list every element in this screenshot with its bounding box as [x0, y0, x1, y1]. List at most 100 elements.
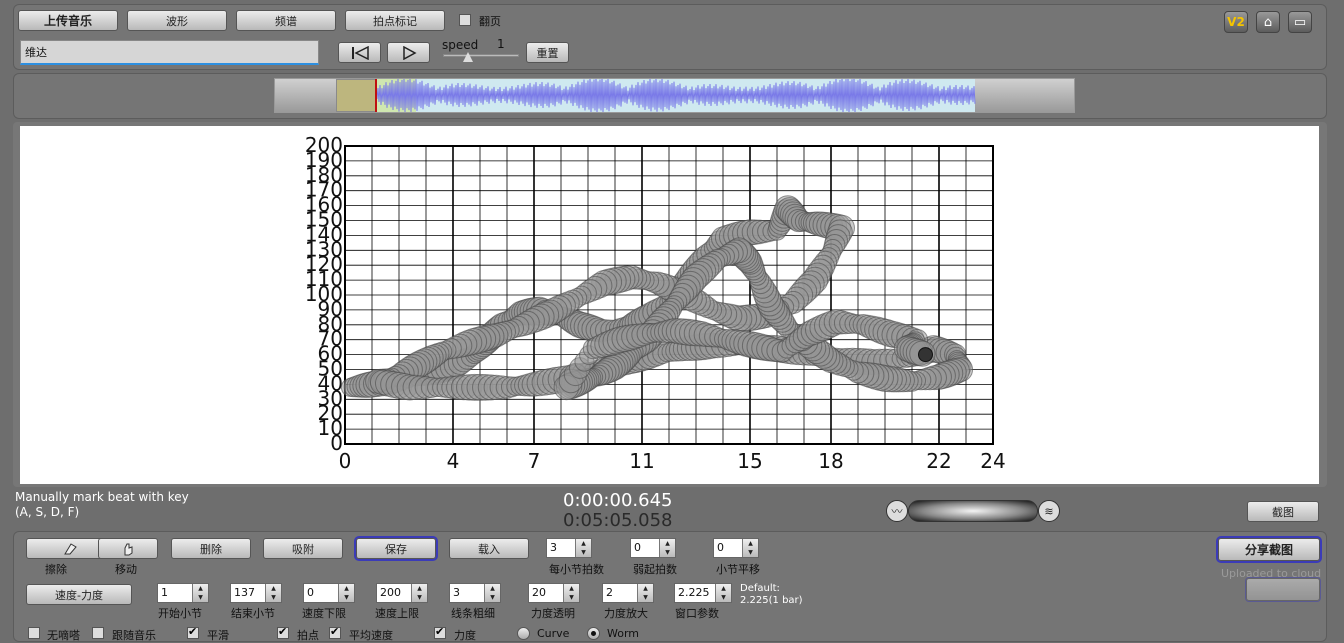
page-flip-label: 翻页 — [479, 15, 501, 28]
x-tick-label: 22 — [926, 449, 951, 473]
curve-radio[interactable] — [517, 627, 530, 640]
play-button[interactable] — [387, 42, 430, 63]
fullscreen-icon[interactable]: ▭ — [1288, 11, 1312, 33]
follow-music-label: 跟随音乐 — [112, 629, 156, 642]
reset-speed-button[interactable]: 重置 — [526, 42, 569, 63]
x-tick-label: 18 — [818, 449, 843, 473]
y-tick-label: 200 — [305, 133, 343, 157]
speed-slider-thumb[interactable] — [463, 52, 473, 62]
waveform-overview[interactable] — [274, 78, 1075, 113]
x-tick-label: 4 — [447, 449, 460, 473]
default-label: Default: — [740, 583, 780, 594]
ok-button[interactable] — [1246, 578, 1320, 601]
bar-offset-stepper[interactable]: 0 ▲ ▼ — [713, 538, 759, 558]
wave-right-icon[interactable]: ≋ — [1038, 500, 1060, 522]
default-value: 2.225(1 bar) — [740, 595, 803, 606]
playback-slider[interactable] — [908, 500, 1038, 522]
speed-slider-track[interactable] — [443, 54, 519, 57]
move-button[interactable] — [98, 538, 158, 559]
pickup-beats-stepper[interactable]: 0 ▲ ▼ — [630, 538, 676, 558]
x-tick-label: 7 — [528, 449, 541, 473]
screenshot-button[interactable]: 截图 — [1247, 501, 1319, 522]
beats-per-bar-label: 每小节拍数 — [549, 563, 604, 576]
current-time: 0:00:00.645 — [563, 490, 673, 511]
waveform-view-window[interactable] — [336, 79, 376, 112]
stepper-arrows-icon[interactable]: ▲ ▼ — [338, 584, 354, 602]
stepper-arrows-icon[interactable]: ▲ ▼ — [192, 584, 208, 602]
force-zoom-label: 力度放大 — [604, 607, 648, 620]
window-param-stepper[interactable]: 2.225 ▲ ▼ — [674, 583, 732, 603]
playhead-marker[interactable] — [375, 79, 377, 112]
no-metronome-label: 无嘀嗒 — [47, 629, 80, 642]
tempo-max-label: 速度上限 — [375, 607, 419, 620]
erase-label: 擦除 — [45, 563, 67, 576]
force-alpha-label: 力度透明 — [531, 607, 575, 620]
beat-mark-button[interactable]: 拍点标记 — [345, 10, 445, 31]
song-title-field[interactable]: 维达 — [20, 40, 319, 65]
tempo-max-stepper[interactable]: 200 ▲ ▼ — [376, 583, 428, 603]
rewind-button[interactable] — [338, 42, 381, 63]
home-icon[interactable]: ⌂ — [1256, 11, 1280, 33]
stepper-arrows-icon[interactable]: ▲ ▼ — [563, 584, 579, 602]
force-zoom-stepper[interactable]: 2 ▲ ▼ — [602, 583, 654, 603]
tempo-min-label: 速度下限 — [302, 607, 346, 620]
spectrum-button[interactable]: 频谱 — [236, 10, 336, 31]
beat-point-label: 拍点 — [297, 629, 319, 642]
delete-button[interactable]: 删除 — [171, 538, 251, 559]
x-tick-label: 15 — [737, 449, 762, 473]
hint-line-1: Manually mark beat with key — [15, 490, 189, 504]
waveform-button[interactable]: 波形 — [127, 10, 227, 31]
line-width-label: 线条粗细 — [451, 607, 495, 620]
speed-value: 1 — [497, 37, 505, 51]
stepper-arrows-icon[interactable]: ▲ ▼ — [637, 584, 653, 602]
move-label: 移动 — [115, 563, 137, 576]
upload-music-button[interactable]: 上传音乐 — [18, 10, 118, 31]
no-metronome-checkbox[interactable] — [28, 627, 40, 639]
tempo-force-chart[interactable]: 0102030405060708090100110120130140150160… — [20, 126, 1319, 484]
bar-offset-label: 小节平移 — [716, 563, 760, 576]
v2-badge-icon[interactable]: V2 — [1224, 11, 1248, 33]
avg-tempo-label: 平均速度 — [349, 629, 393, 642]
beat-point-checkbox[interactable] — [277, 625, 289, 639]
play-icon — [402, 45, 417, 60]
wave-left-icon[interactable]: 〰 — [886, 500, 908, 522]
stepper-arrows-icon[interactable]: ▲ ▼ — [575, 539, 591, 557]
stepper-arrows-icon[interactable]: ▲ ▼ — [659, 539, 675, 557]
save-button[interactable]: 保存 — [356, 538, 436, 559]
eraser-icon — [64, 542, 77, 554]
stepper-arrows-icon[interactable]: ▲ ▼ — [265, 584, 281, 602]
page-flip-checkbox[interactable] — [459, 14, 471, 26]
start-bar-label: 开始小节 — [158, 607, 202, 620]
worm-radio[interactable] — [587, 627, 600, 640]
stepper-arrows-icon[interactable]: ▲ ▼ — [742, 539, 758, 557]
force-label: 力度 — [454, 629, 476, 642]
hand-icon — [124, 543, 133, 555]
share-screenshot-button[interactable]: 分享截图 — [1218, 538, 1320, 561]
waveform-graphic — [376, 79, 976, 112]
pickup-beats-label: 弱起拍数 — [633, 563, 677, 576]
smooth-label: 平滑 — [207, 629, 229, 642]
tempo-force-button[interactable]: 速度-力度 — [26, 584, 132, 605]
waveform-path — [376, 79, 976, 112]
force-checkbox[interactable] — [434, 625, 446, 639]
worm-label: Worm — [607, 627, 640, 640]
start-bar-stepper[interactable]: 1 ▲ ▼ — [157, 583, 209, 603]
absorb-button[interactable]: 吸附 — [263, 538, 343, 559]
beats-per-bar-stepper[interactable]: 3 ▲ ▼ — [546, 538, 592, 558]
stepper-arrows-icon[interactable]: ▲ ▼ — [484, 584, 500, 602]
tempo-min-stepper[interactable]: 0 ▲ ▼ — [303, 583, 355, 603]
line-width-stepper[interactable]: 3 ▲ ▼ — [449, 583, 501, 603]
follow-music-checkbox[interactable] — [92, 627, 104, 639]
end-bar-label: 结束小节 — [231, 607, 275, 620]
load-button[interactable]: 载入 — [449, 538, 529, 559]
stepper-arrows-icon[interactable]: ▲ ▼ — [411, 584, 427, 602]
total-time: 0:05:05.058 — [563, 510, 673, 531]
force-alpha-stepper[interactable]: 20 ▲ ▼ — [528, 583, 580, 603]
smooth-checkbox[interactable] — [187, 625, 199, 639]
avg-tempo-checkbox[interactable] — [329, 625, 341, 639]
stepper-arrows-icon[interactable]: ▲ ▼ — [715, 584, 731, 602]
x-tick-label: 24 — [980, 449, 1005, 473]
curve-label: Curve — [537, 627, 570, 640]
end-bar-stepper[interactable]: 137 ▲ ▼ — [230, 583, 282, 603]
speed-label: speed — [442, 38, 479, 52]
